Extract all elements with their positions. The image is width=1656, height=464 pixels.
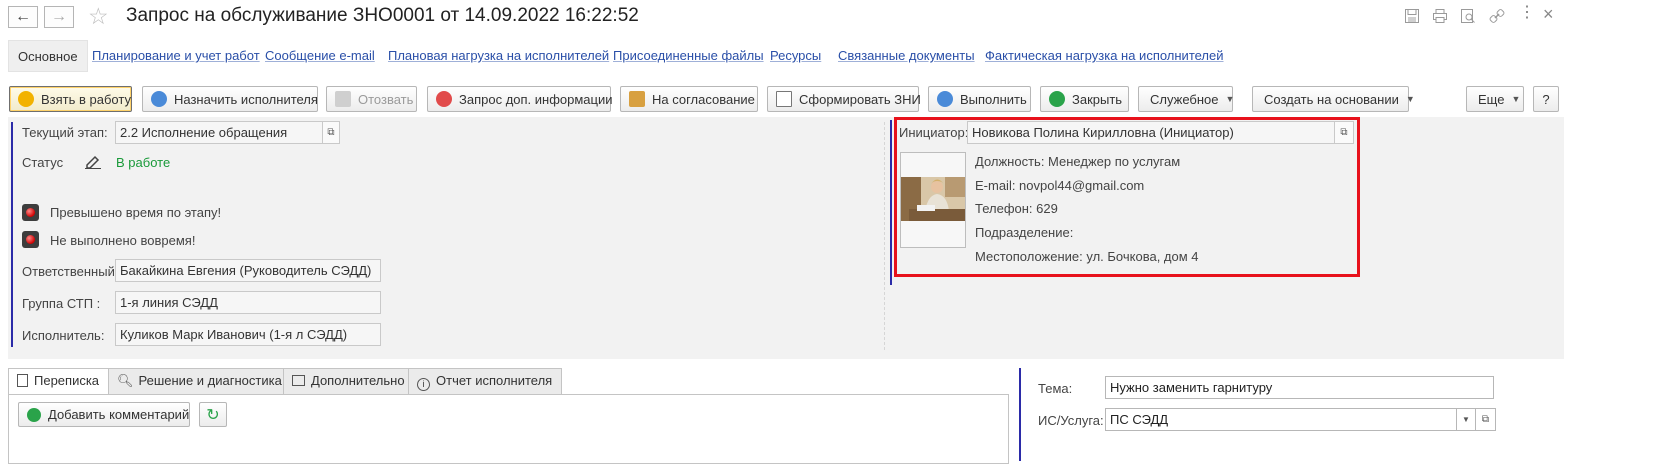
edit-pencil-icon[interactable] (84, 153, 102, 169)
tab-executor-report[interactable]: i Отчет исполнителя (408, 368, 563, 394)
arrow-right-circle-icon (151, 91, 167, 107)
responsible-field[interactable]: Бакайкина Евгения (Руководитель СЭДД) (115, 259, 381, 282)
request-info-button[interactable]: Запрос доп. информации (427, 86, 613, 112)
refresh-button[interactable]: ↻ (199, 402, 227, 427)
open-service-button[interactable]: ⧉ (1475, 408, 1496, 431)
play-icon (18, 91, 34, 107)
group-marker (11, 122, 13, 347)
warning-time-exceeded: Превышено время по этапу! (50, 205, 222, 220)
image-icon (292, 375, 305, 386)
document-icon (776, 91, 792, 107)
section-link-email[interactable]: Сообщение e-mail (265, 48, 375, 63)
executor-label: Исполнитель: (22, 328, 105, 343)
initiator-position: Должность: Менеджер по услугам (975, 154, 1181, 169)
add-comment-button[interactable]: Добавить комментарий (18, 402, 190, 427)
approval-icon (629, 91, 645, 107)
group-marker (1019, 368, 1021, 461)
column-divider (884, 122, 885, 350)
request-icon (436, 91, 452, 107)
help-button[interactable]: ? (1533, 86, 1559, 112)
assign-executor-button[interactable]: Назначить исполнителя (142, 86, 318, 112)
recall-icon (335, 91, 351, 107)
plus-circle-icon (27, 407, 41, 422)
create-based-on-button[interactable]: Создать на основании ▼ (1252, 86, 1415, 112)
chevron-down-icon: ▼ (1462, 415, 1470, 424)
chevron-down-icon: ▼ (1511, 94, 1521, 104)
forward-button[interactable]: → (44, 6, 74, 28)
section-link-actual-load[interactable]: Фактическая нагрузка на исполнителей (985, 48, 1224, 63)
more-actions-button[interactable]: Еще ▼ (1466, 86, 1524, 112)
save-icon[interactable] (1404, 8, 1420, 24)
group-marker (890, 120, 892, 285)
open-window-icon: ⧉ (1340, 127, 1348, 138)
subject-label: Тема: (1038, 381, 1073, 396)
initiator-field[interactable]: Новикова Полина Кирилловна (Инициатор) (967, 121, 1335, 144)
favorite-star-icon[interactable]: ☆ (88, 3, 109, 30)
tab-additional[interactable]: Дополнительно (283, 368, 415, 394)
section-link-related-docs[interactable]: Связанные документы (838, 48, 975, 63)
service-select[interactable]: ПС СЭДД (1105, 408, 1457, 431)
group-label: Группа СТП : (22, 296, 101, 311)
service-dropdown-button[interactable]: ▼ (1456, 408, 1476, 431)
take-to-work-button[interactable]: Взять в работу (9, 86, 132, 112)
tab-correspondence[interactable]: Переписка (8, 368, 110, 395)
responsible-label: Ответственный: (22, 264, 119, 279)
section-link-planned-load[interactable]: Плановая нагрузка на исполнителей (388, 48, 609, 63)
close-request-button[interactable]: Закрыть (1040, 86, 1129, 112)
section-link-planning[interactable]: Планирование и учет работ (92, 48, 260, 63)
preview-icon[interactable] (1460, 8, 1476, 24)
group-field[interactable]: 1-я линия СЭДД (115, 291, 381, 314)
send-approval-button[interactable]: На согласование (620, 86, 758, 112)
more-icon[interactable]: ⋮ (1519, 5, 1535, 21)
back-button[interactable]: ← (8, 6, 38, 28)
check-circle-icon (1049, 91, 1065, 107)
open-window-icon: ⧉ (327, 127, 335, 138)
chevron-down-icon: ▼ (1225, 94, 1235, 104)
open-initiator-button[interactable]: ⧉ (1334, 121, 1354, 144)
status-label: Статус (22, 155, 64, 170)
form-zni-button[interactable]: Сформировать ЗНИ (767, 86, 921, 112)
open-stage-button[interactable]: ⧉ (322, 121, 340, 144)
close-icon[interactable]: × (1543, 4, 1554, 25)
section-link-resources[interactable]: Ресурсы (770, 48, 821, 63)
recall-button[interactable]: Отозвать (326, 86, 417, 112)
section-tab-main[interactable]: Основное (8, 40, 88, 72)
service-label: ИС/Услуга: (1038, 413, 1104, 428)
refresh-icon: ↻ (206, 406, 220, 424)
chevron-down-icon: ▼ (1405, 94, 1415, 104)
info-icon: i (417, 378, 430, 391)
open-window-icon: ⧉ (1481, 414, 1490, 425)
executor-field[interactable]: Куликов Марк Иванович (1-я л СЭДД) (115, 323, 381, 346)
status-value: В работе (116, 155, 171, 170)
arrow-right-circle-icon (937, 91, 953, 107)
initiator-email: E-mail: novpol44@gmail.com (975, 178, 1145, 193)
red-alarm-icon (22, 231, 39, 248)
tab-solution-diagnostics[interactable]: 🔍︎ Решение и диагностика (108, 368, 292, 394)
initiator-department: Подразделение: (975, 225, 1074, 240)
initiator-phone: Телефон: 629 (975, 201, 1058, 216)
page-title: Запрос на обслуживание ЗНО0001 от 14.09.… (126, 5, 639, 26)
arrow-right-icon: → (51, 8, 67, 25)
execute-button[interactable]: Выполнить (928, 86, 1031, 112)
stage-label: Текущий этап: (22, 125, 108, 140)
service-menu-button[interactable]: Служебное ▼ (1138, 86, 1235, 112)
search-icon: 🔍︎ (117, 373, 134, 388)
section-link-attached-files[interactable]: Присоединенные файлы (613, 48, 764, 63)
subject-input[interactable]: Нужно заменить гарнитуру (1105, 376, 1494, 399)
arrow-left-icon: ← (15, 8, 31, 25)
red-alarm-icon (22, 204, 39, 221)
initiator-label: Инициатор: (899, 125, 969, 140)
initiator-photo (900, 152, 966, 248)
warning-not-done-on-time: Не выполнено вовремя! (50, 233, 196, 248)
print-icon[interactable] (1432, 8, 1448, 24)
initiator-location: Местоположение: ул. Бочкова, дом 4 (975, 249, 1199, 264)
link-icon[interactable] (1489, 8, 1505, 24)
stage-field[interactable]: 2.2 Исполнение обращения (115, 121, 323, 144)
document-icon (17, 374, 28, 387)
